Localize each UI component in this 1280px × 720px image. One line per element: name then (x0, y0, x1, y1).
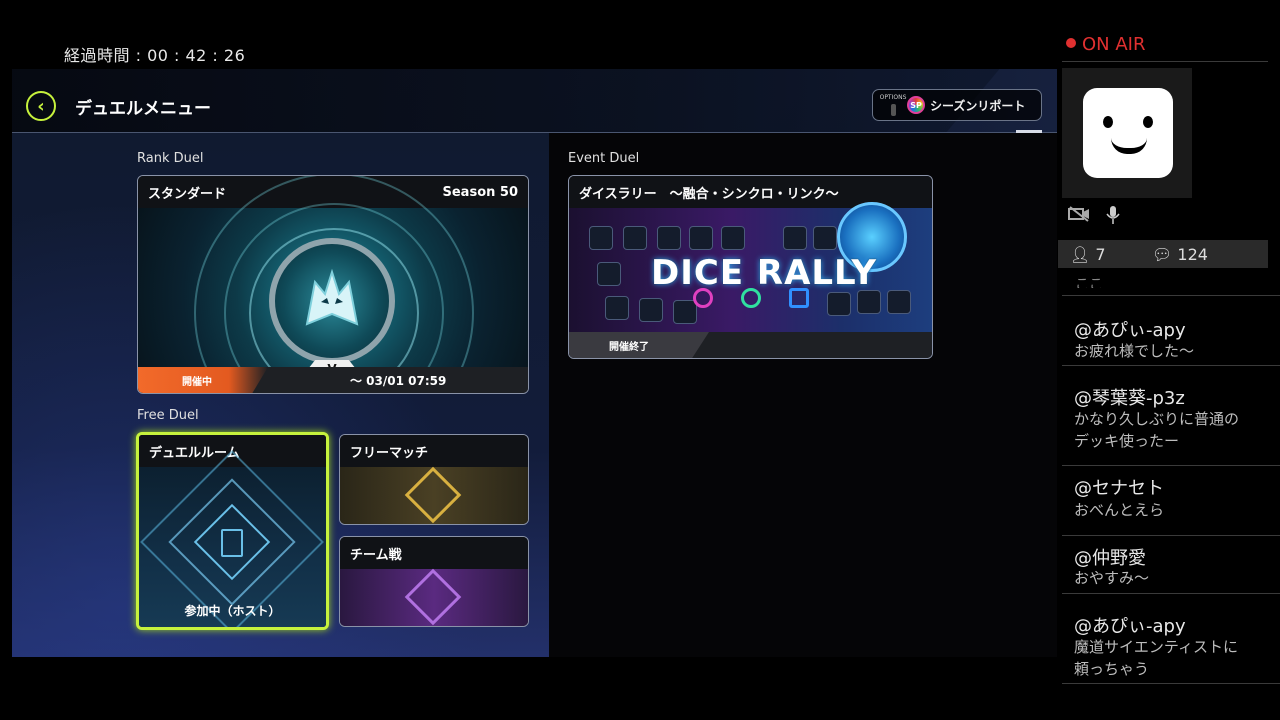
divider (1016, 130, 1042, 133)
chat-comment: @あぴぃ-apy 魔道サイエンティストに頼っちゃう (1062, 594, 1280, 684)
elapsed-time: 経過時間 : 00 : 42 : 26 (64, 46, 246, 65)
chevron-left-icon: ‹ (37, 95, 45, 117)
team-battle-card[interactable]: チーム戦 (339, 536, 529, 627)
team-battle-art (340, 568, 528, 626)
avatar-box (1062, 68, 1192, 198)
free-match-art (340, 466, 528, 524)
chat-comment: @仲野愛 おやすみ～ (1062, 536, 1280, 594)
microphone-icon[interactable] (1106, 205, 1120, 225)
season-label: Season 50 (442, 184, 519, 200)
period-text: ～ 03/01 07:59 (350, 374, 447, 388)
back-button[interactable]: ‹ (26, 91, 56, 121)
comment-user: @あぴぃ-apy (1074, 616, 1186, 637)
viewer-count: 👤︎ 7 (1070, 245, 1106, 264)
event-duel-card[interactable]: ダイスラリー ～融合・シンクロ・リンク～ DICE RALLY 開催終了 (568, 175, 933, 359)
rank-mode-label: スタンダード (148, 186, 227, 202)
page-title: デュエルメニュー (75, 99, 211, 119)
chat-comment: @セナセト おべんとえら (1062, 466, 1280, 536)
duel-room-status: 参加中（ホスト） (184, 604, 281, 618)
card-header: フリーマッチ (340, 435, 528, 467)
options-button-icon: OPTIONS (879, 94, 907, 116)
diamond-icon (404, 568, 462, 626)
camera-off-icon[interactable] (1068, 206, 1090, 222)
event-duel-heading: Event Duel (568, 151, 640, 166)
sp-icon: SP (907, 96, 925, 114)
team-battle-title: チーム戦 (350, 547, 402, 563)
comment-user: @セナセト (1074, 478, 1164, 499)
avatar (1083, 88, 1173, 178)
dice-rally-logo: DICE RALLY (651, 253, 878, 293)
dice-rally-art: DICE RALLY (569, 202, 932, 332)
stream-stats: 👤︎ 7 💬︎ 124 (1058, 240, 1268, 268)
duel-room-art: 参加中（ホスト） (139, 450, 326, 627)
rank-emblem-art: V (138, 176, 528, 393)
chat-comment: @琴葉葵-p3z かなり久しぶりに普通のデッキ使ったー (1062, 366, 1280, 466)
rank-duel-heading: Rank Duel (137, 151, 204, 166)
truncated-comment: ここ (1075, 277, 1103, 288)
season-report-button[interactable]: OPTIONS SP シーズンリポート (872, 89, 1042, 121)
comment-user: @琴葉葵-p3z (1074, 388, 1185, 409)
comment-text: かなり久しぶりに普通のデッキ使ったー (1074, 410, 1240, 450)
person-icon: 👤︎ (1070, 245, 1091, 264)
game-screen: ‹ デュエルメニュー OPTIONS SP シーズンリポート Rank Duel… (12, 69, 1057, 657)
door-icon (221, 529, 243, 557)
diamond-icon (404, 466, 462, 524)
chat-comment: @あぴぃ-apy お疲れ様でした～ (1062, 296, 1280, 366)
rank-duel-card[interactable]: スタンダード Season 50 V 開催中 ～ 03/01 07:59 (137, 175, 529, 394)
card-header: チーム戦 (340, 537, 528, 569)
season-report-label: シーズンリポート (930, 98, 1026, 113)
wolf-emblem-icon (269, 238, 395, 364)
free-duel-heading: Free Duel (137, 408, 199, 423)
comment-user: @あぴぃ-apy (1074, 320, 1186, 341)
comment-text: おべんとえら (1074, 501, 1165, 519)
comment-text: お疲れ様でした～ (1074, 342, 1195, 360)
status-badge: 開催終了 (609, 342, 649, 353)
event-title: ダイスラリー ～融合・シンクロ・リンク～ (579, 186, 839, 202)
comment-text: おやすみ～ (1074, 569, 1150, 587)
card-footer: 開催終了 (569, 332, 932, 358)
divider (1062, 61, 1268, 62)
comment-text: 魔道サイエンティストに頼っちゃう (1074, 638, 1238, 678)
free-match-title: フリーマッチ (350, 445, 429, 461)
card-footer: 開催中 ～ 03/01 07:59 (138, 367, 528, 393)
duel-room-card[interactable]: デュエルルーム 参加中（ホスト） (136, 432, 329, 630)
speech-bubble-icon: 💬︎ (1152, 245, 1173, 264)
free-match-card[interactable]: フリーマッチ (339, 434, 529, 525)
on-air-indicator: ON AIR (1066, 34, 1145, 55)
status-badge: 開催中 (182, 377, 212, 388)
comment-count: 💬︎ 124 (1152, 245, 1208, 264)
top-bar: ‹ デュエルメニュー OPTIONS SP シーズンリポート (12, 69, 1057, 133)
